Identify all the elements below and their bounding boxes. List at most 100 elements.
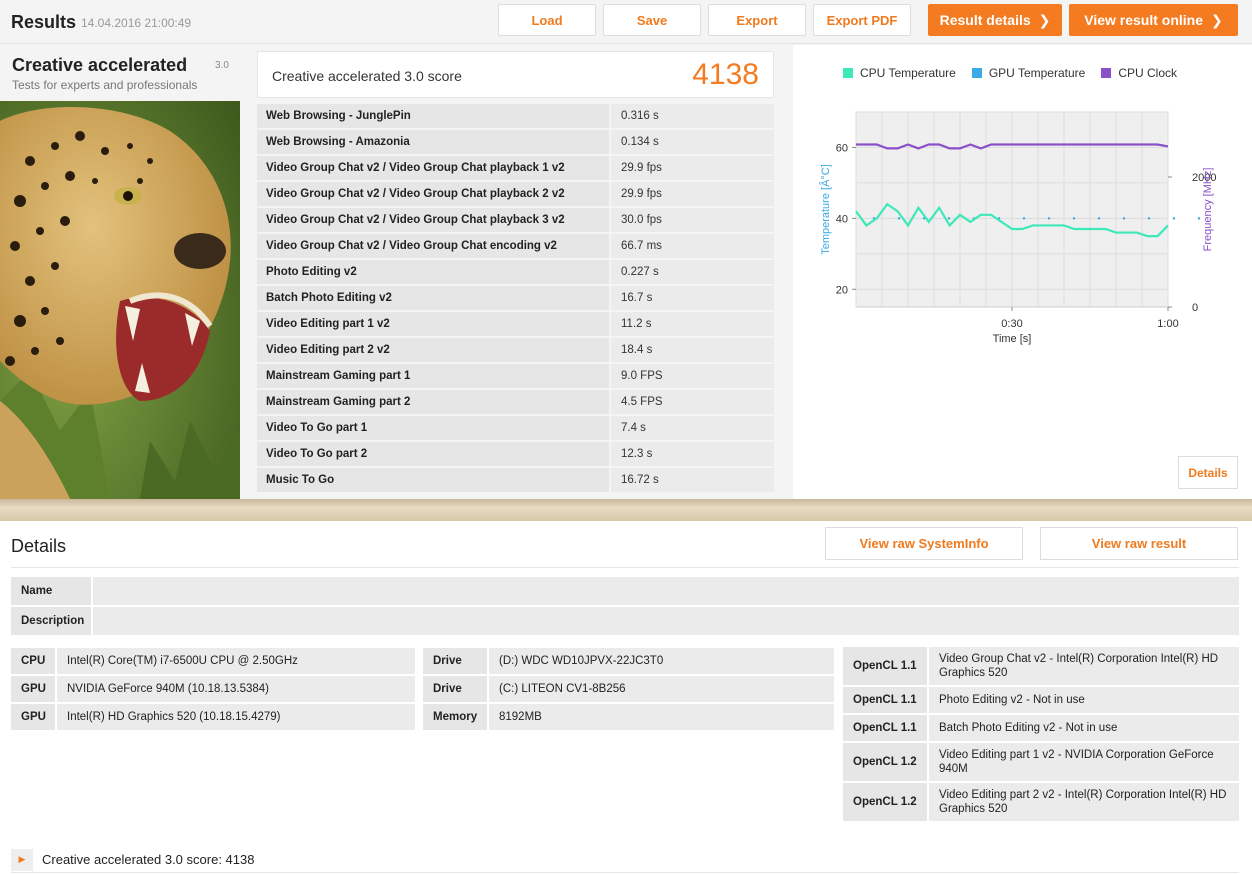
load-button[interactable]: Load bbox=[498, 4, 596, 36]
result-name: Video Group Chat v2 / Video Group Chat p… bbox=[257, 182, 609, 206]
divider-band bbox=[0, 499, 1252, 521]
results-header: Results 14.04.2016 21:00:49 Load Save Ex… bbox=[0, 0, 1252, 44]
legend-item-cpu-temperature[interactable]: CPU Temperature bbox=[843, 66, 956, 80]
result-name: Video To Go part 1 bbox=[257, 416, 609, 440]
gpu-temperature-point bbox=[1197, 217, 1201, 220]
legend-swatch bbox=[1101, 68, 1112, 78]
view-raw-systeminfo-button[interactable]: View raw SystemInfo bbox=[825, 527, 1023, 560]
legend-swatch bbox=[971, 68, 982, 78]
result-name: Video Group Chat v2 / Video Group Chat p… bbox=[257, 208, 609, 232]
details-section: Details View raw SystemInfo View raw res… bbox=[0, 521, 1252, 874]
legend-label: GPU Temperature bbox=[988, 66, 1086, 80]
opencl-usage: Video Editing part 2 v2 - Intel(R) Corpo… bbox=[929, 783, 1239, 821]
score-panel: Creative accelerated 3.0 score 4138 bbox=[257, 51, 774, 98]
result-value: 0.227 s bbox=[611, 260, 774, 284]
detail-value: NVIDIA GeForce 940M (10.18.13.5384) bbox=[57, 676, 415, 702]
result-value: 18.4 s bbox=[611, 338, 774, 362]
name-label: Name bbox=[11, 577, 91, 605]
result-name: Video Group Chat v2 / Video Group Chat p… bbox=[257, 156, 609, 180]
name-description-table: Name Description bbox=[11, 577, 1239, 637]
y-axis-label-right: Frequency [MHz] bbox=[1202, 168, 1214, 252]
result-row: Video To Go part 1 7.4 s bbox=[257, 416, 774, 442]
detail-value: 8192MB bbox=[489, 704, 834, 730]
legend-swatch bbox=[843, 68, 853, 78]
result-name: Photo Editing v2 bbox=[257, 260, 609, 284]
result-value: 12.3 s bbox=[611, 442, 774, 466]
result-name: Music To Go bbox=[257, 468, 609, 492]
legend-label: CPU Clock bbox=[1118, 66, 1178, 80]
result-row: Video Group Chat v2 / Video Group Chat p… bbox=[257, 156, 774, 182]
name-row: Name bbox=[11, 577, 1239, 605]
result-row: Music To Go 16.72 s bbox=[257, 468, 774, 494]
result-row: Video Editing part 1 v2 11.2 s bbox=[257, 312, 774, 338]
result-value: 16.7 s bbox=[611, 286, 774, 310]
result-row: Video Group Chat v2 / Video Group Chat p… bbox=[257, 182, 774, 208]
divider bbox=[11, 567, 1239, 568]
result-row: Video Group Chat v2 / Video Group Chat p… bbox=[257, 208, 774, 234]
opencl-row: OpenCL 1.2 Video Editing part 1 v2 - NVID… bbox=[843, 743, 1239, 781]
y-tick-left: 60 bbox=[836, 142, 848, 154]
gpu-temperature-point bbox=[897, 217, 901, 220]
expand-arrow-icon[interactable]: ▶ bbox=[11, 848, 33, 871]
result-name: Mainstream Gaming part 2 bbox=[257, 390, 609, 414]
gpu-temperature-point bbox=[1047, 217, 1051, 220]
result-value: 30.0 fps bbox=[611, 208, 774, 232]
legend-item-gpu-temperature[interactable]: GPU Temperature bbox=[971, 66, 1086, 80]
monitoring-chart-panel: CPU Temperature GPU Temperature CPU Cloc… bbox=[793, 45, 1252, 499]
chart-details-button[interactable]: Details bbox=[1178, 456, 1238, 489]
x-axis-label: Time [s] bbox=[993, 333, 1032, 345]
gpu-temperature-point bbox=[1097, 217, 1101, 220]
result-name: Batch Photo Editing v2 bbox=[257, 286, 609, 310]
benchmark-version: 3.0 bbox=[215, 60, 229, 71]
results-table: Web Browsing - JunglePin 0.316 s Web Brows… bbox=[257, 104, 774, 494]
result-row: Web Browsing - Amazonia 0.134 s bbox=[257, 130, 774, 156]
description-value bbox=[93, 607, 1239, 635]
export-button[interactable]: Export bbox=[708, 4, 806, 36]
result-row: Mainstream Gaming part 2 4.5 FPS bbox=[257, 390, 774, 416]
gpu-temperature-point bbox=[947, 217, 951, 220]
result-value: 4.5 FPS bbox=[611, 390, 774, 414]
result-value: 16.72 s bbox=[611, 468, 774, 492]
chevron-right-icon: ❯ bbox=[1038, 11, 1051, 28]
result-row: Batch Photo Editing v2 16.7 s bbox=[257, 286, 774, 312]
benchmark-image bbox=[0, 101, 240, 499]
detail-value: Intel(R) Core(TM) i7-6500U CPU @ 2.50GHz bbox=[57, 648, 415, 674]
detail-value: (C:) LITEON CV1-8B256 bbox=[489, 676, 834, 702]
score-expander[interactable]: ▶ Creative accelerated 3.0 score: 4138 bbox=[11, 847, 1239, 873]
detail-row: Drive (C:) LITEON CV1-8B256 bbox=[423, 676, 834, 702]
chart-legend: CPU Temperature GPU Temperature CPU Cloc… bbox=[843, 66, 1177, 80]
chevron-right-icon: ❯ bbox=[1211, 11, 1223, 28]
result-value: 11.2 s bbox=[611, 312, 774, 336]
legend-item-cpu-clock[interactable]: CPU Clock bbox=[1101, 66, 1177, 80]
result-name: Video Group Chat v2 / Video Group Chat e… bbox=[257, 234, 609, 258]
result-row: Web Browsing - JunglePin 0.316 s bbox=[257, 104, 774, 130]
benchmark-name: Creative accelerated bbox=[12, 55, 188, 75]
save-button[interactable]: Save bbox=[603, 4, 701, 36]
gpu-temperature-point bbox=[1072, 217, 1076, 220]
hardware-table: CPU Intel(R) Core(TM) i7-6500U CPU @ 2.50… bbox=[11, 648, 415, 732]
view-result-online-button[interactable]: View result online ❯ bbox=[1069, 4, 1238, 36]
result-details-button[interactable]: Result details ❯ bbox=[928, 4, 1062, 36]
result-row: Video Editing part 2 v2 18.4 s bbox=[257, 338, 774, 364]
result-value: 0.316 s bbox=[611, 104, 774, 128]
y-tick-left: 20 bbox=[836, 284, 848, 296]
result-details-label: Result details bbox=[939, 12, 1031, 28]
name-value bbox=[93, 577, 1239, 605]
gpu-temperature-point bbox=[1022, 217, 1026, 220]
result-row: Mainstream Gaming part 1 9.0 FPS bbox=[257, 364, 774, 390]
result-name: Video To Go part 2 bbox=[257, 442, 609, 466]
detail-label: GPU bbox=[11, 676, 55, 702]
legend-label: CPU Temperature bbox=[860, 66, 956, 80]
opencl-version: OpenCL 1.2 bbox=[843, 743, 927, 781]
opencl-row: OpenCL 1.1 Batch Photo Editing v2 - Not i… bbox=[843, 715, 1239, 741]
detail-label: Drive bbox=[423, 648, 487, 674]
detail-row: Memory 8192MB bbox=[423, 704, 834, 730]
view-raw-result-button[interactable]: View raw result bbox=[1040, 527, 1238, 560]
opencl-row: OpenCL 1.2 Video Editing part 2 v2 - Inte… bbox=[843, 783, 1239, 821]
detail-row: CPU Intel(R) Core(TM) i7-6500U CPU @ 2.50… bbox=[11, 648, 415, 674]
result-name: Video Editing part 1 v2 bbox=[257, 312, 609, 336]
details-title: Details bbox=[11, 536, 67, 556]
result-name: Mainstream Gaming part 1 bbox=[257, 364, 609, 388]
export-pdf-button[interactable]: Export PDF bbox=[813, 4, 911, 36]
result-value: 9.0 FPS bbox=[611, 364, 774, 388]
